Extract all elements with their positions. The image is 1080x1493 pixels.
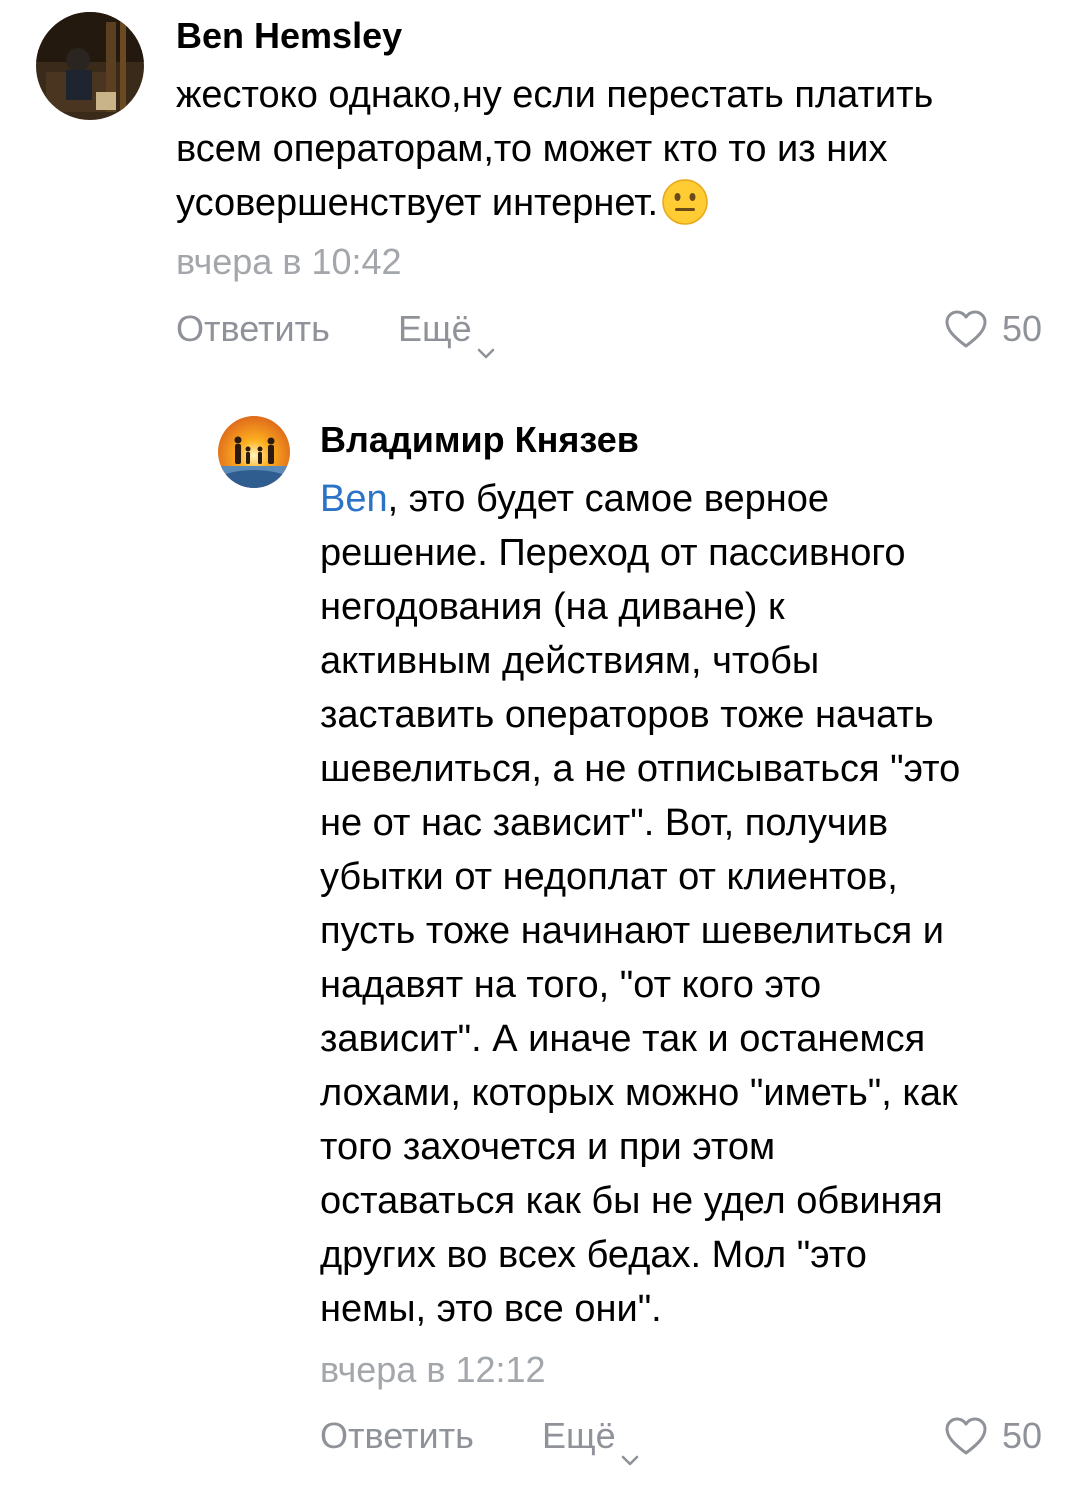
chevron-down-icon — [476, 327, 496, 359]
heart-icon — [945, 310, 987, 348]
mention-link[interactable]: Ben — [320, 478, 388, 520]
reply-button[interactable]: Ответить — [176, 307, 330, 351]
more-button-label: Ещё — [398, 308, 472, 349]
comment-text: жестоко однако,ну если перестать платить… — [176, 68, 933, 230]
comment-text-line: пусть тоже начинают шевелиться и — [320, 910, 944, 952]
comment-text: Ben, это будет самое верное решение. Пер… — [320, 472, 960, 1336]
comment-text-line: решение. Переход от пассивного — [320, 532, 906, 574]
like-button[interactable]: 50 — [944, 1414, 1042, 1458]
comment-author[interactable]: Ben Hemsley — [176, 14, 402, 58]
chevron-down-icon — [620, 1434, 640, 1466]
comment-text-line-content: , это будет самое верное — [387, 478, 830, 520]
more-button[interactable]: Ещё — [542, 1414, 640, 1466]
comment-text-line: оставаться как бы не удел обвиняя — [320, 1180, 943, 1222]
comment-author[interactable]: Владимир Князев — [320, 418, 639, 462]
comment-text-line: не от нас зависит". Вот, получив — [320, 802, 889, 844]
reply-button[interactable]: Ответить — [320, 1414, 474, 1458]
comment-text-line: лохами, которых можно "иметь", как — [320, 1072, 958, 1114]
more-button[interactable]: Ещё — [398, 307, 496, 359]
comment-text-line: всем операторам,то может кто то из них — [176, 128, 888, 170]
comment-text-line: негодования (на диване) к — [320, 586, 785, 628]
comment-text-line: жестоко однако,ну если перестать платить — [176, 74, 934, 116]
more-button-label: Ещё — [542, 1415, 616, 1456]
photo-avatar-icon[interactable] — [36, 12, 144, 120]
comment-text-line: шевелиться, а не отписываться "это — [320, 748, 961, 790]
sunset-family-avatar-icon[interactable] — [218, 416, 290, 488]
comment-timestamp: вчера в 10:42 — [176, 241, 402, 282]
comment-text-line: того захочется и при этом — [320, 1126, 776, 1168]
comment-text-line-content: усовершенствует интернет. — [176, 182, 658, 224]
like-button[interactable]: 50 — [944, 307, 1042, 351]
comment-text-line: заставить операторов тоже начать — [320, 694, 934, 736]
comment-text-line: усовершенствует интернет. — [176, 176, 933, 230]
comment-text-line: зависит". А иначе так и останемся — [320, 1018, 926, 1060]
comment-text-line: немы, это все они". — [320, 1288, 662, 1330]
like-count: 50 — [1002, 308, 1043, 349]
comment-timestamp: вчера в 12:12 — [320, 1349, 546, 1390]
neutral-face-emoji-icon — [662, 179, 708, 225]
comment-text-line: других во всех бедах. Мол "это — [320, 1234, 867, 1276]
comment-text-line: активным действиям, чтобы — [320, 640, 820, 682]
comment-text-line: убытки от недоплат от клиентов, — [320, 856, 898, 898]
comment-text-line: надавят на того, "от кого это — [320, 964, 822, 1006]
like-count: 50 — [1002, 1415, 1043, 1456]
comment-text-line: Ben, это будет самое верное — [320, 472, 960, 526]
heart-icon — [945, 1417, 987, 1455]
